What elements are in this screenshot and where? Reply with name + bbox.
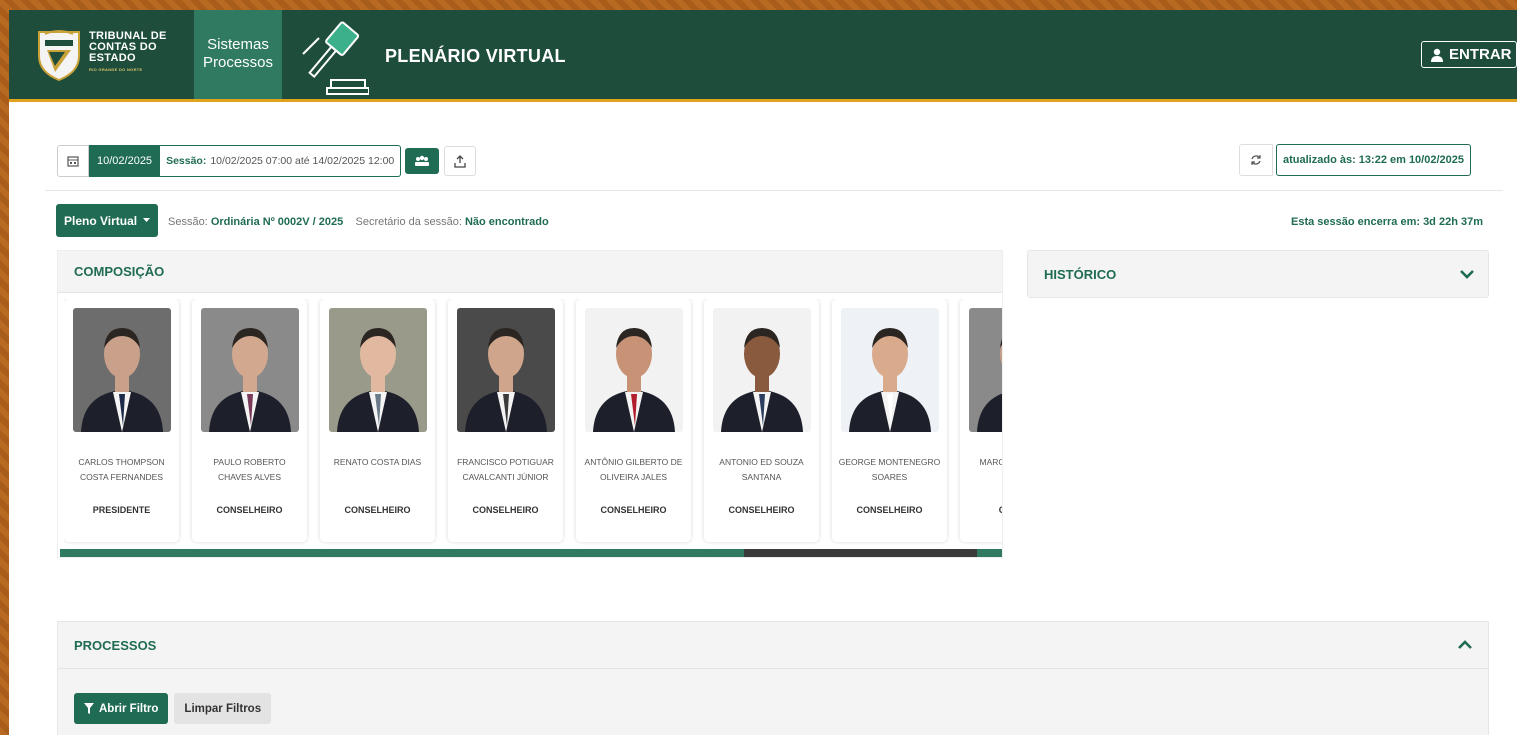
clear-filters-button[interactable]: Limpar Filtros [174,693,272,724]
composition-panel: COMPOSIÇÃO CARLOS THOMPSON COSTA FERNAND… [57,250,1003,558]
member-name: ANTONIO ED SOUZA SANTANA [719,457,804,482]
history-header[interactable]: HISTÓRICO [1027,250,1489,298]
caret-down-icon [143,218,151,222]
member-role: CONSELHEIRO [856,505,923,515]
member-name: CARLOS THOMPSON COSTA FERNANDES [78,457,165,482]
member-name: FRANCISCO POTIGUAR CAVALCANTI JÚNIOR [457,457,554,482]
open-filter-button[interactable]: Abrir Filtro [74,693,169,724]
member-role: PRESIDENTE [92,505,151,515]
tab-label: Processos [202,54,274,71]
tce-shield-logo-icon[interactable] [35,26,83,82]
member-photo [969,308,1002,432]
login-button[interactable]: ENTRAR [1421,41,1517,68]
scrollbar-thumb[interactable] [744,549,977,557]
member-card[interactable]: ANTONIO ED SOUZA SANTANA CONSELHEIRO [704,299,819,542]
gavel-icon [302,21,369,95]
member-name: MARCO MON MON [979,457,1002,467]
member-photo [841,308,939,432]
member-name: PAULO ROBERTO CHAVES ALVES [213,457,286,482]
session-prefix: Sessão: [168,216,208,228]
member-role: CON SUI [998,505,1002,515]
chevron-down-icon[interactable] [1460,269,1474,279]
secretary-value: Não encontrado [464,216,549,228]
plenary-dropdown[interactable]: Pleno Virtual [56,204,159,237]
app-window: TRIBUNAL DE CONTAS DO ESTADO RIO GRANDE … [9,10,1517,735]
session-name: Ordinária Nº 0002V / 2025 [210,216,344,228]
people-icon [415,155,430,166]
plenary-label: Pleno Virtual [64,213,138,228]
processes-header[interactable]: PROCESSOS [58,622,1488,669]
session-range-value: 10/02/2025 07:00 até 14/02/2025 12:00 [210,155,395,167]
member-name: ANTÔNIO GILBERTO DE OLIVEIRA JALES [584,457,683,482]
tab-label: Sistemas [207,36,269,53]
history-panel[interactable]: HISTÓRICO [1027,250,1489,298]
session-info: Sessão: Ordinária Nº 0002V / 2025 Secret… [168,216,549,228]
audience-button[interactable] [405,148,440,174]
history-title: HISTÓRICO [1044,266,1117,282]
user-icon [1431,48,1443,62]
login-label: ENTRAR [1449,46,1512,63]
processes-panel: PROCESSOS Abrir Filtro Limpar Filtros [57,621,1489,735]
refresh-icon [1251,155,1261,165]
calendar-button[interactable] [57,145,89,177]
session-range: Sessão: 10/02/2025 07:00 até 14/02/2025 … [160,145,402,177]
brand-name: TRIBUNAL DE CONTAS DO ESTADO RIO GRANDE … [89,31,167,73]
session-label: Sessão: [166,155,207,167]
session-countdown: Esta sessão encerra em: 3d 22h 37m [1290,216,1483,228]
member-photo [457,308,555,432]
filter-icon [84,703,94,714]
sistemas-processos-tab[interactable]: Sistemas Processos [194,10,282,99]
member-photo [585,308,683,432]
member-card[interactable]: FRANCISCO POTIGUAR CAVALCANTI JÚNIOR CONS… [448,299,563,542]
member-role: CONSELHEIRO [472,505,539,515]
open-filter-label: Abrir Filtro [99,702,159,715]
brand-subtitle: RIO GRANDE DO NORTE [89,67,143,72]
member-role: CONSELHEIRO [216,505,283,515]
member-card[interactable]: GEORGE MONTENEGRO SOARES CONSELHEIRO [832,299,947,542]
member-name: GEORGE MONTENEGRO SOARES [838,457,941,482]
member-photo [713,308,811,432]
secretary-prefix: Secretário da sessão: [355,216,462,228]
selected-date[interactable]: 10/02/2025 [89,145,161,177]
member-photo [201,308,299,432]
member-photo [73,308,171,432]
chevron-up-icon[interactable] [1458,640,1472,650]
app-title: PLENÁRIO VIRTUAL [385,46,566,66]
member-card[interactable]: PAULO ROBERTO CHAVES ALVES CONSELHEIRO [192,299,307,542]
filter-buttons: Abrir Filtro Limpar Filtros [74,693,272,724]
top-header: TRIBUNAL DE CONTAS DO ESTADO RIO GRANDE … [9,10,1517,102]
member-cards[interactable]: CARLOS THOMPSON COSTA FERNANDES PRESIDENT… [64,299,1002,545]
member-card[interactable]: RENATO COSTA DIAS CONSELHEIRO [320,299,435,542]
member-card[interactable]: MARCO MON MON CON SUI [960,299,1002,542]
member-role: CONSELHEIRO [344,505,411,515]
refresh-button[interactable] [1239,144,1273,176]
member-role: CONSELHEIRO [728,505,795,515]
member-card[interactable]: CARLOS THOMPSON COSTA FERNANDES PRESIDENT… [64,299,179,542]
divider [45,190,1503,191]
session-toolbar: 10/02/2025 Sessão: 10/02/2025 07:00 até … [57,144,477,178]
upload-icon [454,154,466,168]
brand-line: ESTADO [89,52,136,64]
refresh-group: atualizado às: 13:22 em 10/02/2025 [1239,144,1471,176]
export-button[interactable] [444,146,477,176]
member-card[interactable]: ANTÔNIO GILBERTO DE OLIVEIRA JALES CONSEL… [576,299,691,542]
calendar-icon [67,156,79,167]
composition-title: COMPOSIÇÃO [58,251,1002,293]
processes-title: PROCESSOS [74,637,157,653]
horizontal-scrollbar[interactable] [60,549,1002,557]
member-role: CONSELHEIRO [600,505,667,515]
member-name: RENATO COSTA DIAS [333,457,422,467]
member-photo [329,308,427,432]
last-updated: atualizado às: 13:22 em 10/02/2025 [1276,144,1471,176]
